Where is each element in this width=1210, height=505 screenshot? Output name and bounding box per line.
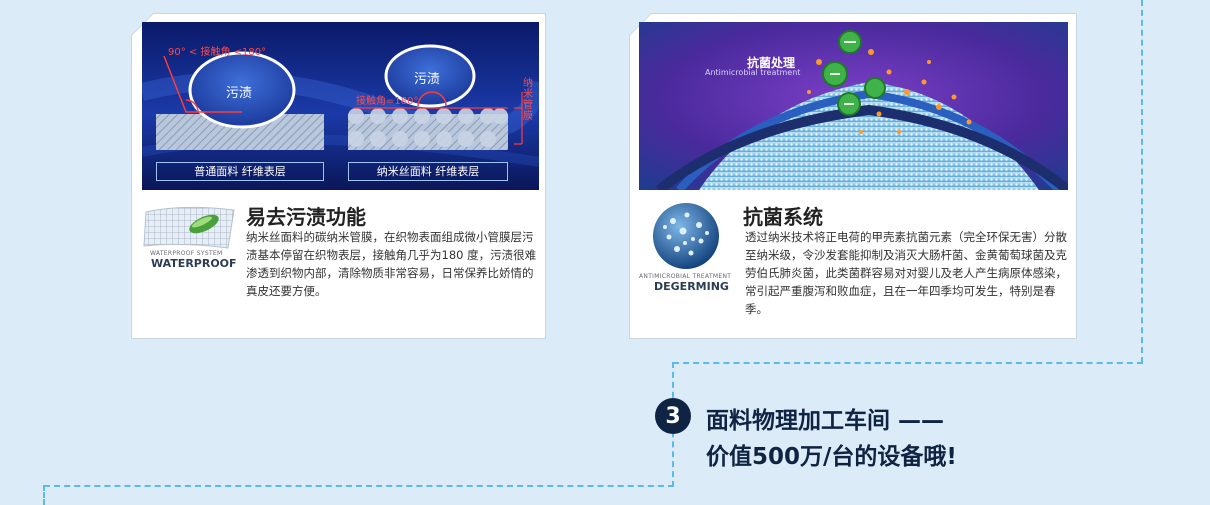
contact-angle-range-label: 90° < 接触角 <180° — [168, 47, 267, 58]
path-line-lower-horizontal — [44, 485, 674, 487]
antibacterial-title: 抗菌系统 — [743, 205, 823, 229]
contact-angle-label: 接触角=180° — [356, 96, 419, 107]
stain-left-label: 污渍 — [226, 86, 253, 101]
degerming-logo-word: DEGERMING — [654, 280, 729, 293]
stain-right-label: 污渍 — [414, 72, 441, 87]
antibacterial-description: 透过纳米技术将正电荷的甲壳素抗菌元素（完全环保无害）分散至纳米级，令沙发套能抑制… — [745, 230, 1067, 316]
waterproof-logo-word: WATERPROOF — [151, 257, 237, 270]
path-line-right-vertical — [1141, 0, 1143, 363]
antibacterial-banner: 抗菌处理 Antimicrobial treatment — [639, 22, 1068, 190]
antibacterial-banner-subtitle: Antimicrobial treatment — [705, 68, 801, 77]
waterproof-fabric-icon — [143, 206, 235, 249]
stain-removal-title: 易去污渍功能 — [246, 205, 366, 229]
step-heading-line1: 面料物理加工车间 —— — [706, 408, 945, 434]
step-heading-line2: 价值500万/台的设备哦! — [706, 444, 957, 470]
degerming-sphere-icon — [653, 203, 719, 269]
nano-fabric-caption: 纳米丝面料 纤维表层 — [348, 162, 508, 181]
step-number-badge: 3 — [655, 398, 691, 434]
nano-membrane-label: 纳米管膜 — [523, 78, 533, 122]
path-line-upper-horizontal — [673, 362, 1143, 364]
feature-card-stain-removal: 90° < 接触角 <180° 污渍 污渍 接触角=180° 纳米管膜 普通面料… — [131, 13, 546, 339]
antibacterial-illustration — [639, 22, 1068, 190]
path-line-left-vertical — [43, 485, 45, 505]
degerming-logo-caption: ANTIMICROBIAL TREATMENT — [639, 273, 732, 280]
stain-removal-banner: 90° < 接触角 <180° 污渍 污渍 接触角=180° 纳米管膜 普通面料… — [142, 22, 539, 190]
feature-card-antibacterial: 抗菌处理 Antimicrobial treatment ANTIMICROBI… — [629, 13, 1077, 339]
waterproof-logo-caption: WATERPROOF SYSTEM — [150, 250, 223, 257]
plain-fabric-caption: 普通面料 纤维表层 — [156, 162, 324, 181]
stain-removal-description: 纳米丝面料的碳纳米管膜，在织物表面组成微小管膜层污渍基本停留在织物表层，接触角几… — [246, 230, 537, 298]
